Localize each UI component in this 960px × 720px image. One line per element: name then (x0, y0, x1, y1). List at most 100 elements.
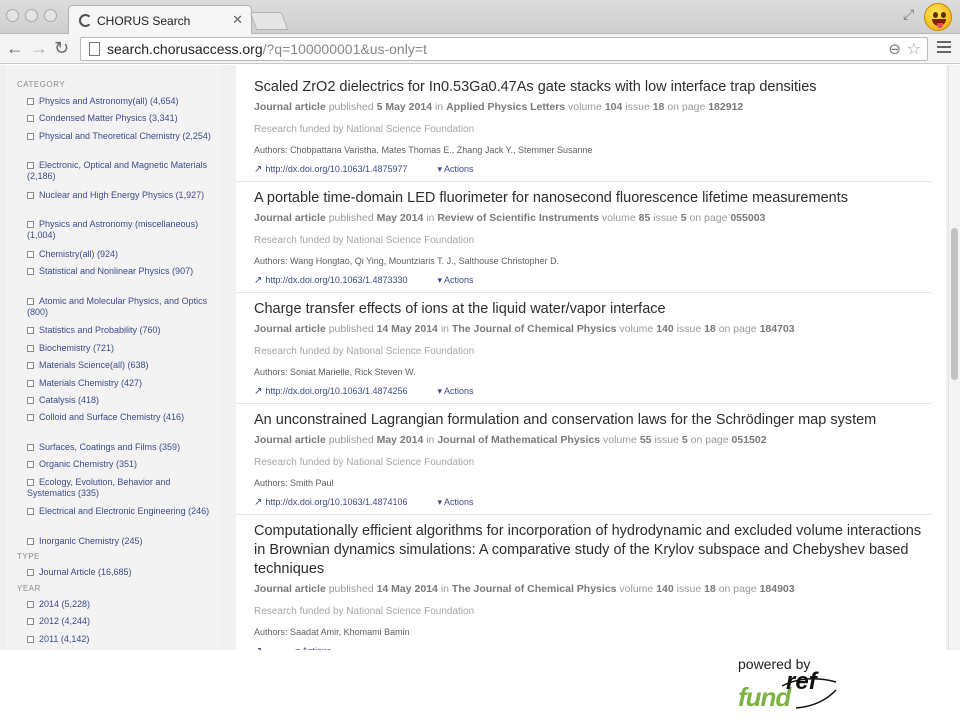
facet-item[interactable]: Electronic, Optical and Magnetic Materia… (27, 160, 217, 182)
facet-checkbox[interactable] (27, 508, 34, 515)
result-meta: Journal article published 14 May 2014 in… (254, 323, 795, 335)
facet-checkbox[interactable] (27, 397, 34, 404)
facet-item[interactable]: Materials Chemistry (427) (27, 378, 217, 389)
doi-link[interactable]: http://dx.doi.org/10.1063/1.4875977 (265, 164, 407, 174)
actions-dropdown[interactable]: ▾ Actions (438, 386, 474, 396)
facet-checkbox[interactable] (27, 98, 34, 105)
result-links: ↗ http://dx.doi.org/10.1063/1.4873330 ▾ Ac… (254, 275, 474, 286)
facet-item[interactable]: Statistics and Probability (760) (27, 325, 217, 336)
facet-label: Statistics and Probability (760) (39, 325, 161, 335)
facet-checkbox[interactable] (27, 636, 34, 643)
facet-checkbox[interactable] (27, 162, 34, 169)
actions-dropdown[interactable]: ▾ Actions (295, 646, 331, 650)
facet-item[interactable]: Materials Science(all) (638) (27, 360, 217, 371)
url-text[interactable]: search.chorusaccess.org/?q=100000001&us-… (107, 41, 427, 57)
result-title[interactable]: A portable time-domain LED fluorimeter f… (254, 189, 934, 208)
facet-checkbox[interactable] (27, 115, 34, 122)
facet-checkbox[interactable] (27, 479, 34, 486)
page-scrollbar[interactable] (948, 65, 960, 650)
issue-number: 18 (652, 101, 665, 113)
facet-checkbox[interactable] (27, 251, 34, 258)
facet-item[interactable]: Physics and Astronomy (miscellaneous) (1… (27, 219, 217, 241)
publication-type: Journal article (254, 323, 326, 335)
facet-item[interactable]: Chemistry(all) (924) (27, 249, 217, 260)
facet-checkbox[interactable] (27, 601, 34, 608)
facet-item[interactable]: Physical and Theoretical Chemistry (2,25… (27, 131, 217, 142)
facet-checkbox[interactable] (27, 298, 34, 305)
bookmark-star-icon[interactable]: ☆ (907, 39, 921, 59)
facet-item[interactable]: Statistical and Nonlinear Physics (907) (27, 266, 217, 277)
facet-item[interactable]: 2012 (4,244) (27, 616, 217, 627)
result-title[interactable]: Computationally efficient algorithms for… (254, 522, 934, 579)
facet-label: 2014 (5,228) (39, 599, 91, 609)
minimize-window-button[interactable] (25, 9, 38, 22)
fullscreen-icon[interactable]: ⤢ (903, 6, 914, 23)
address-bar[interactable]: search.chorusaccess.org/?q=100000001&us-… (80, 37, 928, 61)
facet-item[interactable]: Condensed Matter Physics (3,341) (27, 113, 217, 124)
result-links: ↗ http://dx.doi.org/10.1063/1.4874106 ▾ Ac… (254, 497, 474, 508)
issue-label: issue (653, 212, 678, 224)
result-title[interactable]: Charge transfer effects of ions at the l… (254, 300, 934, 319)
zoom-window-button[interactable] (44, 9, 57, 22)
facet-item[interactable]: Electrical and Electronic Engineering (2… (27, 506, 217, 517)
facet-checkbox[interactable] (27, 327, 34, 334)
new-tab-button[interactable] (249, 12, 289, 30)
doi-link[interactable]: http://dx.doi.org/10.1063/1.4873330 (265, 275, 407, 285)
zoom-out-icon[interactable]: ⊖ (888, 40, 901, 58)
facet-item[interactable]: Colloid and Surface Chemistry (416) (27, 412, 217, 423)
facet-checkbox[interactable] (27, 538, 34, 545)
actions-label: Actions (444, 275, 474, 285)
facet-checkbox[interactable] (27, 268, 34, 275)
forward-arrow-icon[interactable]: → (30, 38, 48, 58)
facet-item[interactable]: Physics and Astronomy(all) (4,654) (27, 96, 217, 107)
authors-label: Authors: (254, 478, 288, 488)
facet-item[interactable]: Catalysis (418) (27, 395, 217, 406)
facet-item[interactable]: Journal Article (16,685) (27, 567, 217, 578)
facet-item[interactable]: Organic Chemistry (351) (27, 459, 217, 470)
actions-dropdown[interactable]: ▾ Actions (438, 497, 474, 507)
facet-checkbox[interactable] (27, 362, 34, 369)
facet-item[interactable]: Biochemistry (721) (27, 343, 217, 354)
journal-name: Journal of Mathematical Physics (437, 434, 601, 446)
funding-info: Research funded by National Science Foun… (254, 235, 475, 246)
back-arrow-icon[interactable]: ← (6, 38, 24, 58)
journal-name: The Journal of Chemical Physics (451, 323, 617, 335)
reload-icon[interactable]: ↻ (54, 38, 69, 58)
tab-close-icon[interactable]: ✕ (232, 12, 243, 28)
actions-dropdown[interactable]: ▾ Actions (438, 275, 474, 285)
browser-tab[interactable]: CHORUS Search ✕ (68, 5, 252, 35)
facet-label: Inorganic Chemistry (245) (39, 536, 143, 546)
facet-checkbox[interactable] (27, 133, 34, 140)
doi-link[interactable]: http://dx.doi.org/10.1063/1.4874256 (265, 386, 407, 396)
facet-checkbox[interactable] (27, 192, 34, 199)
facet-checkbox[interactable] (27, 618, 34, 625)
result-title[interactable]: An unconstrained Lagrangian formulation … (254, 411, 934, 430)
facet-item[interactable]: Atomic and Molecular Physics, and Optics… (27, 296, 217, 318)
facet-checkbox[interactable] (27, 414, 34, 421)
facet-item[interactable]: 2014 (5,228) (27, 599, 217, 610)
facet-label: Biochemistry (721) (39, 343, 115, 353)
facet-checkbox[interactable] (27, 345, 34, 352)
facet-item[interactable]: Inorganic Chemistry (245) (27, 536, 217, 547)
facet-checkbox[interactable] (27, 444, 34, 451)
doi-link[interactable]: http://dx.doi.org/10.1063/1.4874106 (265, 497, 407, 507)
result-links: ↗ ▾ Actions (254, 646, 331, 650)
facet-item[interactable]: 2011 (4,142) (27, 634, 217, 645)
facet-label: 2011 (4,142) (39, 634, 90, 644)
facet-item[interactable]: Surfaces, Coatings and Films (359) (27, 442, 217, 453)
scrollbar-thumb[interactable] (951, 228, 958, 380)
facet-item[interactable]: Nuclear and High Energy Physics (1,927) (27, 190, 217, 201)
page-viewport: CATEGORY Physics and Astronomy(all) (4,65… (0, 65, 960, 650)
menu-icon[interactable] (937, 41, 951, 53)
facet-item[interactable]: Ecology, Evolution, Behavior and Systema… (27, 477, 217, 499)
facet-checkbox[interactable] (27, 221, 34, 228)
facet-checkbox[interactable] (27, 569, 34, 576)
facet-checkbox[interactable] (27, 461, 34, 468)
emoji-extension-icon[interactable] (924, 3, 952, 31)
close-window-button[interactable] (6, 9, 19, 22)
actions-dropdown[interactable]: ▾ Actions (438, 164, 474, 174)
authors-line: Authors: Saadat Amir, Khomami Bamin (254, 627, 410, 637)
facet-label: Catalysis (418) (39, 395, 100, 405)
result-title[interactable]: Scaled ZrO2 dielectrics for In0.53Ga0.47… (254, 78, 934, 97)
facet-checkbox[interactable] (27, 380, 34, 387)
